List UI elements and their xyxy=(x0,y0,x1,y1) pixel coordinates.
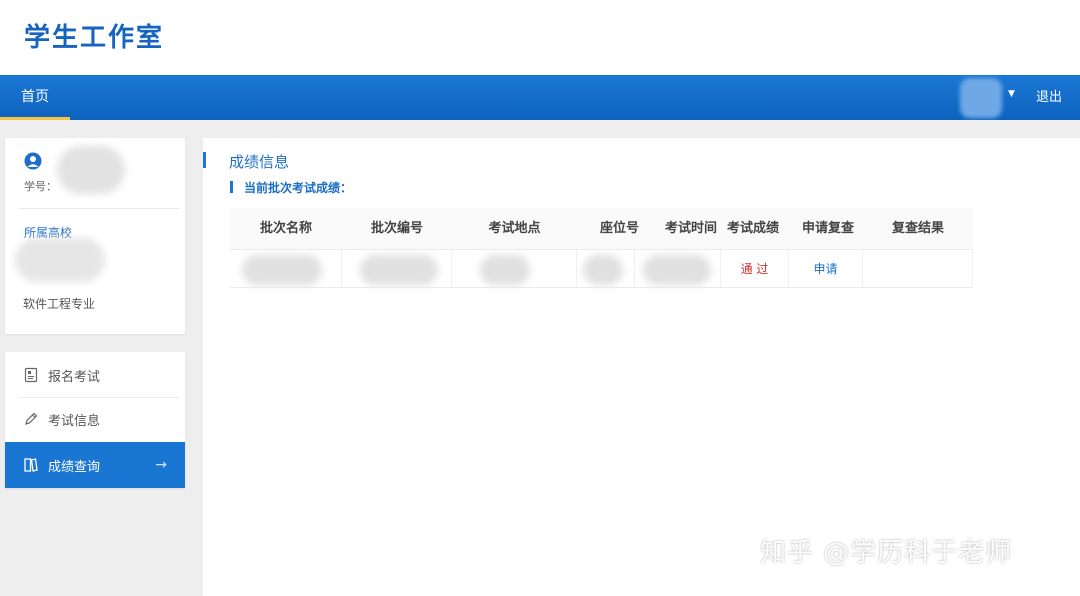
cell-exam-score: 通 过 xyxy=(721,250,789,288)
subtitle-accent-bar xyxy=(230,181,233,193)
cell-batch-number xyxy=(342,250,452,288)
menu-item-exam-info[interactable]: 考试信息 xyxy=(5,397,185,441)
score-table: 批次名称 批次编号 考试地点 座位号 考试时间 考试成绩 申请复查 复查结果 通… xyxy=(230,208,973,288)
app-page: 学生工作室 首页 ▼ 退出 所属高校 软件工程专业 学号： 报名考试 考试信息 … xyxy=(0,0,1080,596)
redacted-value xyxy=(360,255,438,285)
title-accent-bar xyxy=(203,152,206,168)
table-row: 通 过 申请 xyxy=(230,250,973,288)
student-id-label: 学号： xyxy=(24,180,57,193)
chevron-down-icon[interactable]: ▼ xyxy=(1008,89,1015,99)
menu-item-register-exam[interactable]: 报名考试 xyxy=(5,353,185,397)
redacted-value xyxy=(242,255,322,285)
menu-item-label: 报名考试 xyxy=(48,369,101,385)
page-title: 成绩信息 xyxy=(229,153,290,171)
nav-tab-home[interactable]: 首页 xyxy=(0,75,70,120)
column-header: 考试成绩 xyxy=(726,221,779,236)
cell-batch-name xyxy=(230,250,342,288)
cell-exam-location xyxy=(452,250,577,288)
cell-exam-time xyxy=(635,250,721,288)
id-card-icon xyxy=(24,367,38,383)
column-header: 批次编号 xyxy=(370,221,423,236)
divider xyxy=(19,208,179,209)
column-header: 批次名称 xyxy=(259,221,312,236)
table-header-row: 批次名称 批次编号 考试地点 座位号 考试时间 考试成绩 申请复查 复查结果 xyxy=(230,208,973,250)
column-header: 考试地点 xyxy=(488,221,541,236)
user-icon xyxy=(24,152,42,170)
logout-button[interactable]: 退出 xyxy=(1036,75,1062,120)
watermark: 知乎 @学历科于老师 xyxy=(760,538,1013,568)
nav-bar: 首页 ▼ 退出 xyxy=(0,75,1080,120)
site-title: 学生工作室 xyxy=(24,23,165,53)
book-icon xyxy=(24,458,38,472)
cell-seat-number xyxy=(577,250,635,288)
side-menu: 报名考试 考试信息 成绩查询 → xyxy=(5,352,185,488)
redacted-value xyxy=(480,255,530,285)
section-subtitle: 当前批次考试成绩： xyxy=(244,181,353,195)
column-header: 复查结果 xyxy=(891,221,944,236)
menu-item-score-query[interactable]: 成绩查询 → xyxy=(5,442,185,488)
redacted-school xyxy=(15,238,105,282)
menu-item-label: 考试信息 xyxy=(48,413,101,429)
major-text: 软件工程专业 xyxy=(23,297,96,311)
menu-item-label: 成绩查询 xyxy=(48,459,101,475)
redacted-name xyxy=(57,146,125,194)
main-panel: 成绩信息 当前批次考试成绩： 批次名称 批次编号 考试地点 座位号 考试时间 考… xyxy=(203,138,1080,596)
redacted-value xyxy=(643,255,711,285)
apply-review-link[interactable]: 申请 xyxy=(789,250,863,288)
redacted-value xyxy=(583,255,623,285)
user-avatar[interactable] xyxy=(960,78,1002,118)
cell-review-result xyxy=(863,250,973,288)
arrow-right-icon: → xyxy=(155,457,167,473)
column-header: 申请复查 xyxy=(801,221,854,236)
profile-card: 所属高校 软件工程专业 xyxy=(5,138,185,334)
pencil-icon xyxy=(25,412,38,425)
top-header: 学生工作室 xyxy=(0,0,1080,75)
